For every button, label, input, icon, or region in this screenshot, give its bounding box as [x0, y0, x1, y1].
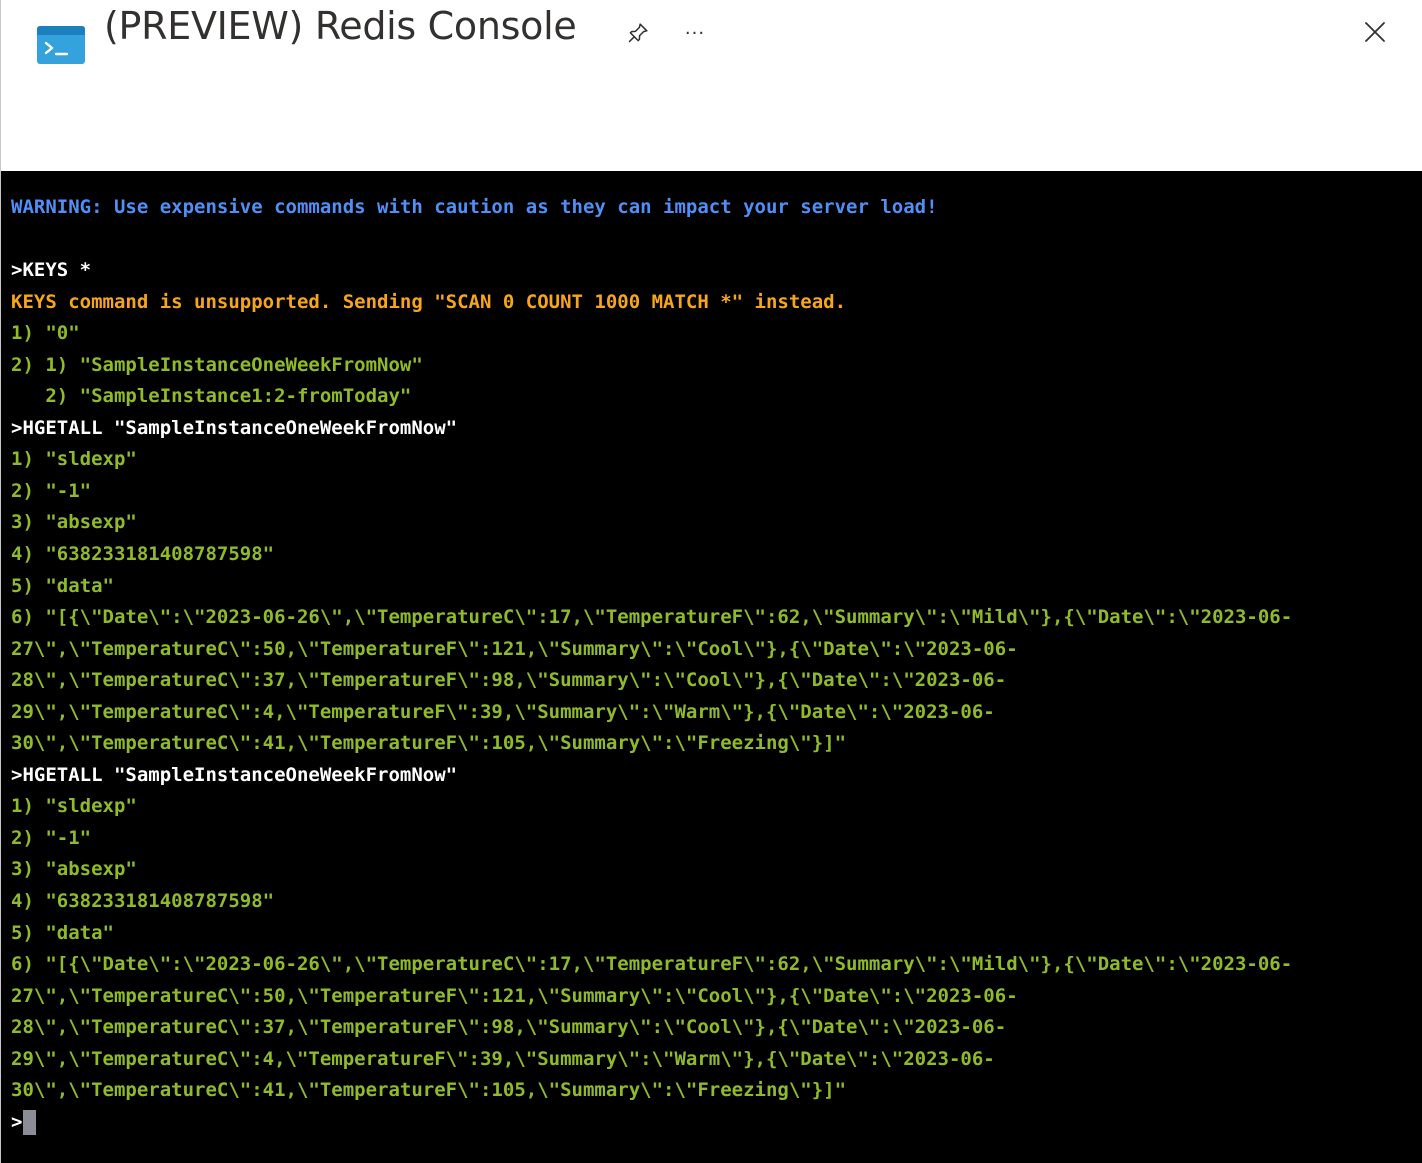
- console-line-command: >HGETALL "SampleInstanceOneWeekFromNow": [11, 763, 458, 786]
- console-line-output: 28\",\"TemperatureC\":37,\"TemperatureF\…: [11, 1016, 1007, 1039]
- close-button[interactable]: [1359, 16, 1391, 48]
- console-input-line[interactable]: >: [11, 1107, 1292, 1139]
- console-line-output: 1) "sldexp": [11, 795, 137, 818]
- console-line-output: 5) "data": [11, 921, 114, 944]
- console-line-output: 6) "[{\"Date\":\"2023-06-26\",\"Temperat…: [11, 953, 1293, 976]
- console-line-output: 5) "data": [11, 574, 114, 597]
- console-line-output: 3) "absexp": [11, 511, 137, 534]
- console-line-output: 2) 1) "SampleInstanceOneWeekFromNow": [11, 353, 423, 376]
- console-line-output: 3) "absexp": [11, 858, 137, 881]
- pin-icon: [628, 23, 648, 43]
- console-line-command: >HGETALL "SampleInstanceOneWeekFromNow": [11, 416, 458, 439]
- page-title: (PREVIEW) Redis Console: [104, 4, 577, 48]
- text-cursor: [23, 1110, 37, 1136]
- blade-header: (PREVIEW) Redis Console ···: [1, 0, 1422, 171]
- pin-button[interactable]: [623, 18, 653, 48]
- console-line-output: 28\",\"TemperatureC\":37,\"TemperatureF\…: [11, 669, 1007, 692]
- console-line-output: 30\",\"TemperatureC\":41,\"TemperatureF\…: [11, 732, 847, 755]
- close-icon: [1365, 22, 1385, 42]
- console-line-output: 27\",\"TemperatureC\":50,\"TemperatureF\…: [11, 984, 1018, 1007]
- console-line-output: 4) "638233181408787598": [11, 543, 275, 566]
- console-line-output: 2) "-1": [11, 479, 92, 502]
- console-line-blank: [11, 224, 1292, 256]
- console-line-output: 2) "SampleInstance1:2-fromToday": [11, 385, 412, 408]
- console-line-output: 2) "-1": [11, 826, 92, 849]
- redis-console-window: (PREVIEW) Redis Console ··· WARNING: Use…: [0, 0, 1422, 1163]
- console-line-output: 4) "638233181408787598": [11, 890, 275, 913]
- console-line-output: 6) "[{\"Date\":\"2023-06-26\",\"Temperat…: [11, 606, 1293, 629]
- more-options-button[interactable]: ···: [679, 18, 711, 48]
- prompt-symbol: >: [11, 1110, 23, 1133]
- console-line-output: 29\",\"TemperatureC\":4,\"TemperatureF\"…: [11, 700, 995, 723]
- console-line-output: 1) "sldexp": [11, 448, 137, 471]
- console-line-command: >KEYS *: [11, 259, 92, 282]
- console-line-output: 1) "0": [11, 322, 80, 345]
- console-line-warning: WARNING: Use expensive commands with cau…: [11, 196, 938, 218]
- console-lines: WARNING: Use expensive commands with cau…: [11, 192, 1292, 1138]
- console-output-area[interactable]: WARNING: Use expensive commands with cau…: [1, 171, 1422, 1163]
- console-icon: [37, 26, 85, 64]
- console-line-output: 29\",\"TemperatureC\":4,\"TemperatureF\"…: [11, 1047, 995, 1070]
- console-line-output: 27\",\"TemperatureC\":50,\"TemperatureF\…: [11, 637, 1018, 660]
- console-line-output: 30\",\"TemperatureC\":41,\"TemperatureF\…: [11, 1079, 847, 1102]
- console-line-notice: KEYS command is unsupported. Sending "SC…: [11, 290, 847, 313]
